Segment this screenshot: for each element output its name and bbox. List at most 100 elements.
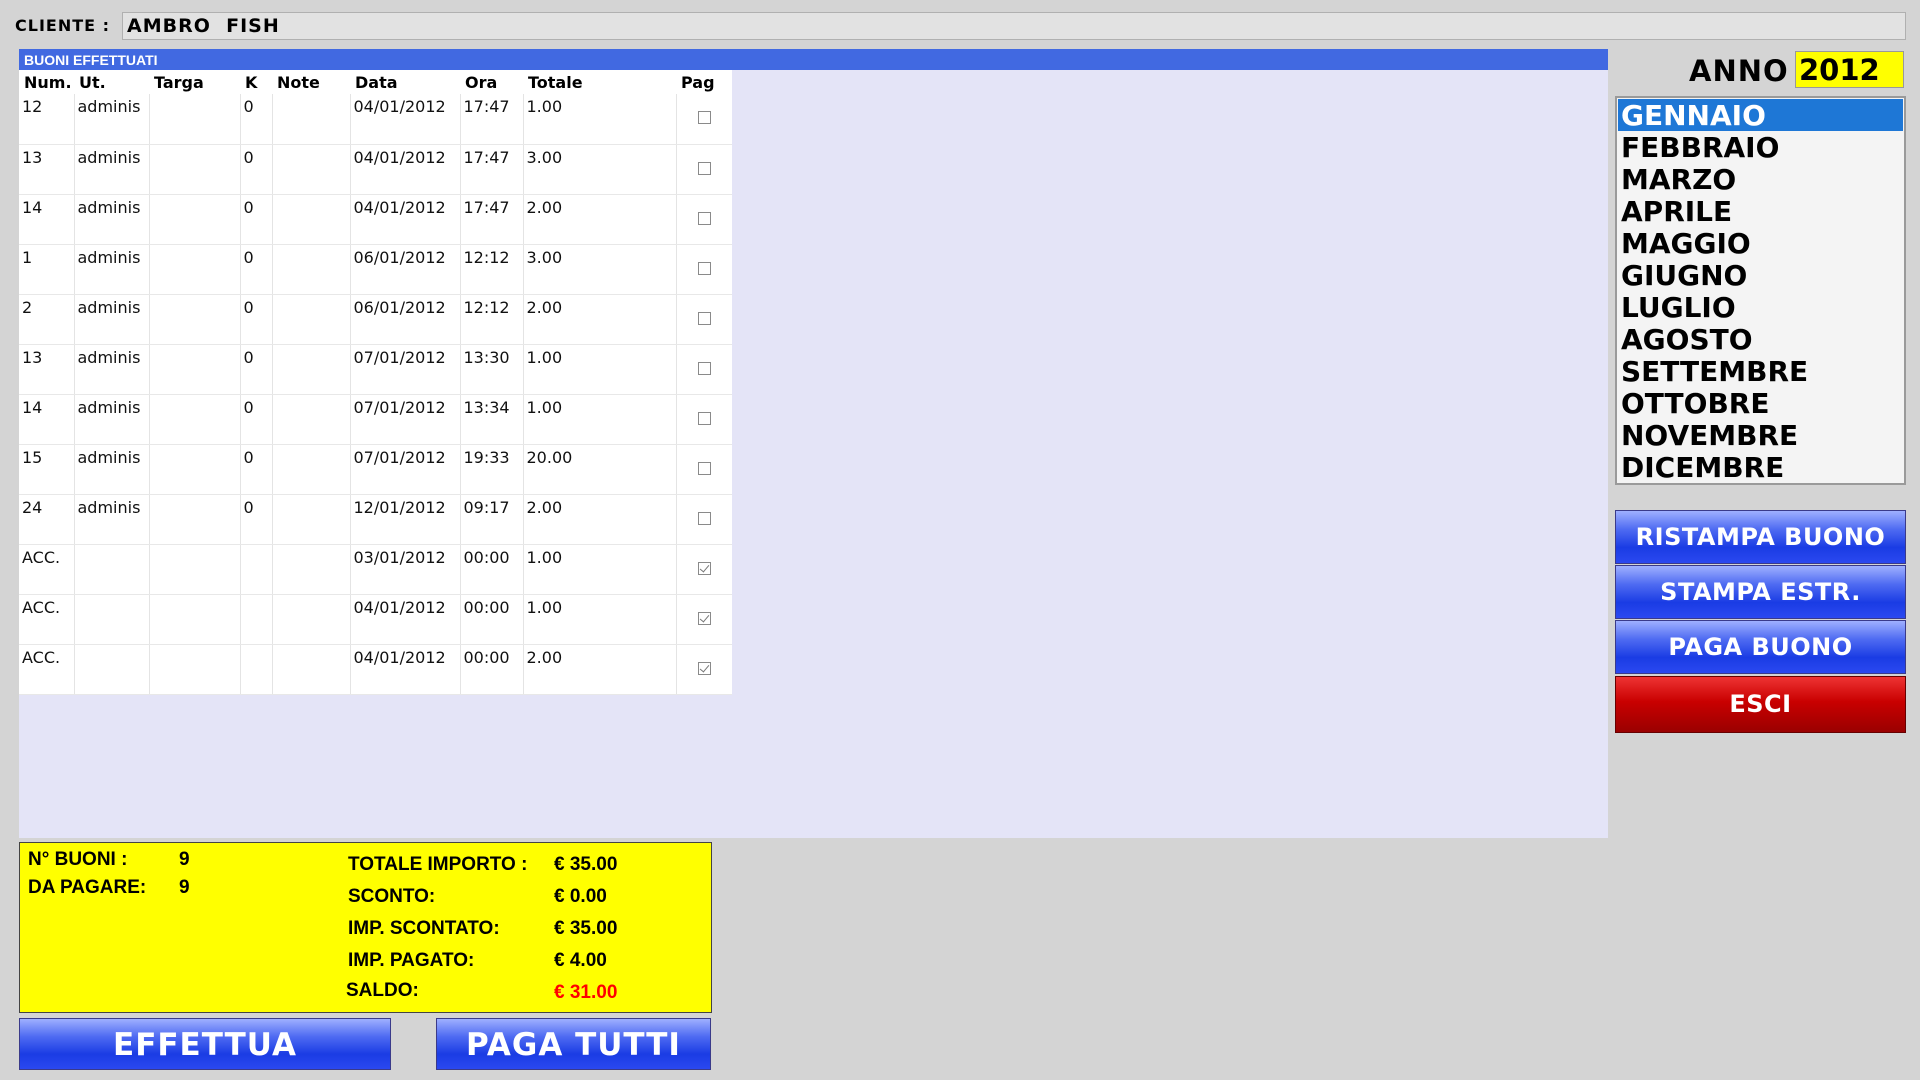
cell-user: adminis — [74, 344, 150, 395]
cell-date: 04/01/2012 — [350, 94, 461, 145]
cell-num: 13 — [19, 144, 75, 195]
paid-checkbox[interactable] — [697, 561, 711, 575]
cell-paid — [676, 94, 732, 145]
cell-date: 06/01/2012 — [350, 244, 461, 295]
paid-amount: € 4.00 — [554, 950, 607, 971]
table-row[interactable]: ACC. 04/01/2012 00:00 2.00 — [19, 644, 732, 695]
cell-date: 07/01/2012 — [350, 394, 461, 445]
table-row[interactable]: 14 adminis 0 04/01/2012 17:47 2.00 — [19, 194, 732, 245]
voucher-table: Num. Ut. Targa K Note Data Ora Totale Pa… — [19, 70, 732, 695]
cell-user: adminis — [74, 94, 150, 145]
pay-all-button[interactable]: PAGA TUTTI — [436, 1018, 711, 1070]
cell-user — [74, 644, 150, 695]
month-list[interactable]: GENNAIO FEBBRAIO MARZO APRILE MAGGIO GIUGNO LU… — [1615, 96, 1906, 485]
paid-checkbox[interactable] — [697, 511, 711, 525]
exit-button[interactable]: ESCI — [1615, 676, 1906, 733]
summary-box: N° BUONI : 9 DA PAGARE: 9 TOTALE IMPORTO… — [19, 842, 712, 1013]
col-header-ut[interactable]: Ut. — [74, 70, 149, 94]
cell-time: 00:00 — [460, 544, 524, 595]
client-field[interactable]: AMBRO FISH — [122, 12, 1906, 40]
cell-k: 0 — [240, 294, 273, 345]
cell-note — [272, 594, 351, 645]
cell-time: 13:30 — [460, 344, 524, 395]
month-item[interactable]: AGOSTO — [1618, 323, 1903, 356]
col-header-note[interactable]: Note — [272, 70, 350, 94]
pay-voucher-button[interactable]: PAGA BUONO — [1615, 620, 1906, 674]
month-item[interactable]: SETTEMBRE — [1618, 355, 1903, 388]
panel-title: BUONI EFFETTUATI — [19, 49, 1608, 70]
cell-note — [272, 544, 351, 595]
cell-total: 2.00 — [523, 194, 677, 245]
cell-time: 00:00 — [460, 644, 524, 695]
paid-checkbox[interactable] — [697, 111, 711, 125]
print-statement-button[interactable]: STAMPA ESTR. — [1615, 565, 1906, 619]
discount-amount: € 0.00 — [554, 886, 607, 907]
cell-time: 12:12 — [460, 294, 524, 345]
paid-checkbox[interactable] — [697, 211, 711, 225]
table-row[interactable]: 24 adminis 0 12/01/2012 09:17 2.00 — [19, 494, 732, 545]
cell-time: 19:33 — [460, 444, 524, 495]
month-item[interactable]: OTTOBRE — [1618, 387, 1903, 420]
cell-k — [240, 594, 273, 645]
col-header-ora[interactable]: Ora — [460, 70, 523, 94]
table-row[interactable]: 12 adminis 0 04/01/2012 17:47 1.00 — [19, 94, 732, 145]
month-item[interactable]: APRILE — [1618, 195, 1903, 228]
paid-checkbox[interactable] — [697, 411, 711, 425]
cell-k: 0 — [240, 394, 273, 445]
cell-total: 1.00 — [523, 344, 677, 395]
cell-total: 1.00 — [523, 394, 677, 445]
month-item[interactable]: MAGGIO — [1618, 227, 1903, 260]
table-header-row: Num. Ut. Targa K Note Data Ora Totale Pa… — [19, 70, 732, 94]
paid-checkbox[interactable] — [697, 261, 711, 275]
reprint-voucher-button[interactable]: RISTAMPA BUONO — [1615, 510, 1906, 564]
cell-total: 2.00 — [523, 294, 677, 345]
month-item[interactable]: LUGLIO — [1618, 291, 1903, 324]
discounted-amount: € 35.00 — [554, 918, 618, 939]
table-row[interactable]: ACC. 04/01/2012 00:00 1.00 — [19, 594, 732, 645]
month-item[interactable]: FEBBRAIO — [1618, 131, 1903, 164]
cell-time: 17:47 — [460, 194, 524, 245]
month-item[interactable]: MARZO — [1618, 163, 1903, 196]
col-header-num[interactable]: Num. — [19, 70, 74, 94]
paid-checkbox[interactable] — [697, 361, 711, 375]
to-pay-label: DA PAGARE: — [28, 877, 147, 898]
col-header-totale[interactable]: Totale — [523, 70, 676, 94]
col-header-targa[interactable]: Targa — [149, 70, 240, 94]
cell-k: 0 — [240, 144, 273, 195]
cell-user: adminis — [74, 244, 150, 295]
make-deposit-button[interactable]: EFFETTUA ACCONTO — [19, 1018, 391, 1080]
cell-num: ACC. — [19, 594, 75, 645]
month-item[interactable]: DICEMBRE — [1618, 451, 1903, 484]
month-item[interactable]: GENNAIO — [1618, 99, 1903, 132]
table-row[interactable]: 13 adminis 0 07/01/2012 13:30 1.00 — [19, 344, 732, 395]
cell-plate — [149, 394, 241, 445]
col-header-k[interactable]: K — [240, 70, 272, 94]
cell-num: 15 — [19, 444, 75, 495]
col-header-pag[interactable]: Pag — [676, 70, 732, 94]
cell-note — [272, 294, 351, 345]
table-row[interactable]: 1 adminis 0 06/01/2012 12:12 3.00 — [19, 244, 732, 295]
table-row[interactable]: 14 adminis 0 07/01/2012 13:34 1.00 — [19, 394, 732, 445]
cell-user: adminis — [74, 494, 150, 545]
col-header-data[interactable]: Data — [350, 70, 460, 94]
cell-plate — [149, 94, 241, 145]
month-item[interactable]: GIUGNO — [1618, 259, 1903, 292]
cell-num: 1 — [19, 244, 75, 295]
table-row[interactable]: ACC. 03/01/2012 00:00 1.00 — [19, 544, 732, 595]
paid-checkbox[interactable] — [697, 311, 711, 325]
table-row[interactable]: 15 adminis 0 07/01/2012 19:33 20.00 — [19, 444, 732, 495]
voucher-count: 9 — [179, 849, 190, 870]
cell-paid — [676, 494, 732, 545]
cell-num: 14 — [19, 194, 75, 245]
table-row[interactable]: 13 adminis 0 04/01/2012 17:47 3.00 — [19, 144, 732, 195]
table-row[interactable]: 2 adminis 0 06/01/2012 12:12 2.00 — [19, 294, 732, 345]
paid-checkbox[interactable] — [697, 611, 711, 625]
cell-plate — [149, 244, 241, 295]
paid-checkbox[interactable] — [697, 161, 711, 175]
month-item[interactable]: NOVEMBRE — [1618, 419, 1903, 452]
cell-time: 17:47 — [460, 144, 524, 195]
year-input[interactable]: 2012 — [1795, 51, 1904, 88]
paid-checkbox[interactable] — [697, 461, 711, 475]
paid-checkbox[interactable] — [697, 661, 711, 675]
cell-plate — [149, 594, 241, 645]
